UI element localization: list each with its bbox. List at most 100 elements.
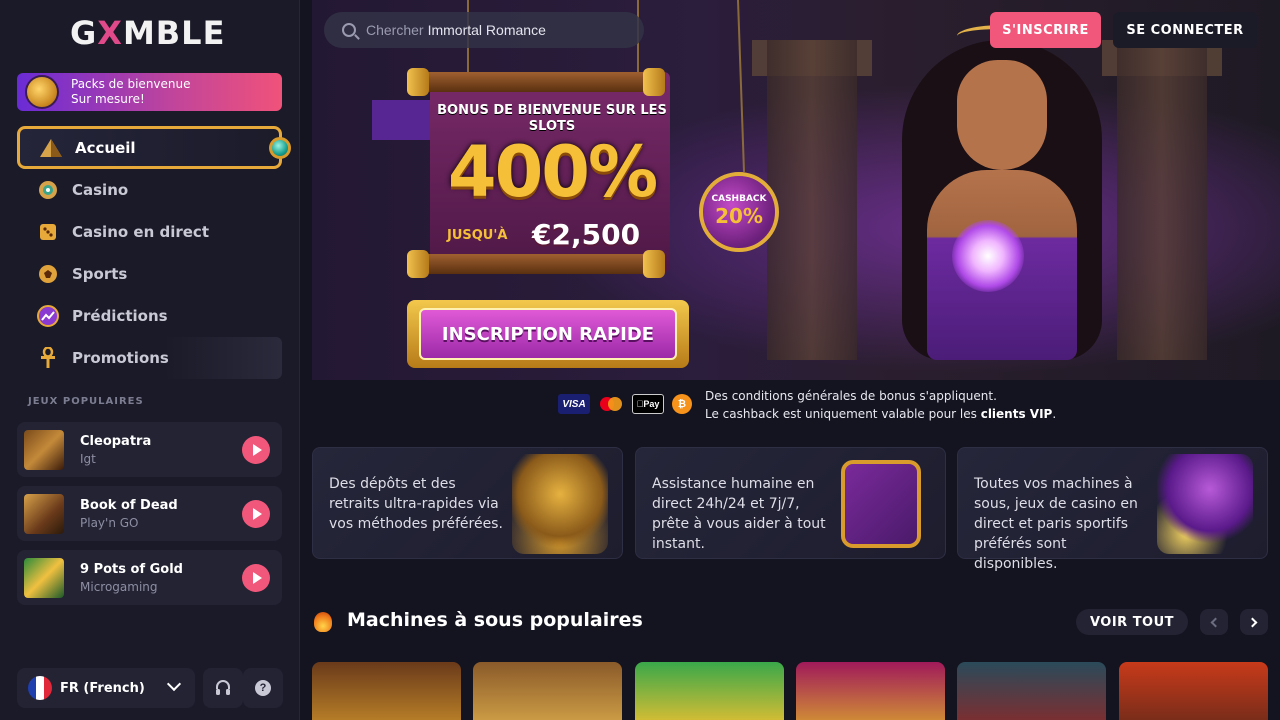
sorceress-illustration xyxy=(902,20,1102,360)
trend-icon xyxy=(37,305,59,327)
pharaoh-icon xyxy=(512,454,608,554)
chevron-right-icon xyxy=(1247,617,1258,627)
nav-label: Casino xyxy=(72,181,129,199)
search-input[interactable]: Chercher Immortal Romance xyxy=(324,12,644,48)
logo[interactable]: GXMBLE xyxy=(70,14,230,52)
bonus-terms: Des conditions générales de bonus s'appl… xyxy=(705,387,1056,423)
language-label: FR (French) xyxy=(60,680,145,696)
game-name: Cleopatra xyxy=(80,433,152,449)
carousel-prev-button[interactable] xyxy=(1200,609,1228,635)
play-button[interactable] xyxy=(242,564,270,592)
french-flag-icon xyxy=(28,676,52,700)
sorceress-face xyxy=(957,60,1047,170)
pillar-decor xyxy=(1117,40,1207,360)
game-provider: Microgaming xyxy=(80,579,158,594)
welcome-packs-banner[interactable]: Packs de bienvenue Sur mesure! xyxy=(17,73,282,111)
game-name: Book of Dead xyxy=(80,497,178,513)
nav-label: Casino en direct xyxy=(72,223,209,241)
nav-item-casino[interactable]: Casino xyxy=(17,169,282,211)
quick-signup-button[interactable]: INSCRIPTION RAPIDE xyxy=(407,300,689,368)
nav-item-live-casino[interactable]: Casino en direct xyxy=(17,211,282,253)
game-tile[interactable] xyxy=(1119,662,1268,720)
scroll-rod xyxy=(407,250,665,278)
nav-item-home[interactable]: Accueil xyxy=(17,126,291,169)
logo-x: X xyxy=(97,14,123,52)
game-thumbnail xyxy=(24,429,64,470)
login-button[interactable]: SE CONNECTER xyxy=(1113,12,1257,48)
cashback-value: 20% xyxy=(715,204,763,228)
nav-item-sports[interactable]: Sports xyxy=(17,253,282,295)
feature-card-games: Toutes vos machines à sous, jeux de casi… xyxy=(957,447,1268,572)
game-tile[interactable] xyxy=(796,662,945,720)
carousel-next-button[interactable] xyxy=(1240,609,1268,635)
cashback-badge: CASHBACK 20% xyxy=(699,172,779,252)
promo-line2: Sur mesure! xyxy=(71,92,145,106)
book-icon xyxy=(841,460,921,548)
promo-text: Packs de bienvenue Sur mesure! xyxy=(71,77,191,107)
scarab-badge-icon xyxy=(25,75,59,109)
nav-label: Sports xyxy=(72,265,128,283)
headset-icon xyxy=(216,680,230,695)
popular-game-item[interactable]: 9 Pots of Gold Microgaming xyxy=(17,550,282,605)
feature-text: Toutes vos machines à sous, jeux de casi… xyxy=(974,476,1138,572)
feature-card-support: Assistance humaine en direct 24h/24 et 7… xyxy=(635,447,946,559)
promo-line1: Packs de bienvenue xyxy=(71,77,191,91)
hero-percentage: 400% xyxy=(447,131,658,213)
popular-game-item[interactable]: Book of Dead Play'n GO xyxy=(17,486,282,541)
game-thumbnail xyxy=(24,557,64,598)
main-content: BONUS DE BIENVENUE SUR LES SLOTS 400% JU… xyxy=(300,0,1280,720)
popular-game-item[interactable]: Cleopatra Igt xyxy=(17,422,282,477)
game-provider: Igt xyxy=(80,451,96,466)
app-root: GXMBLE Packs de bienvenue Sur mesure! Ac… xyxy=(0,0,1280,720)
nav-item-predictions[interactable]: Prédictions xyxy=(17,295,282,337)
cashback-label: CASHBACK xyxy=(711,194,767,204)
pillar-decor xyxy=(767,40,857,360)
popular-games-heading: JEUX POPULAIRES xyxy=(28,396,144,407)
play-button[interactable] xyxy=(242,500,270,528)
hero-banner[interactable]: BONUS DE BIENVENUE SUR LES SLOTS 400% JU… xyxy=(312,0,1280,380)
search-value: Immortal Romance xyxy=(427,22,546,38)
play-button[interactable] xyxy=(242,436,270,464)
terms-text: Le cashback est uniquement valable pour … xyxy=(705,407,981,421)
hero-upto: JUSQU'À xyxy=(447,228,508,243)
nav-item-promotions[interactable]: Promotions xyxy=(17,337,282,379)
payment-methods: VISA Pay ₿ xyxy=(558,394,700,414)
scroll-rod xyxy=(407,68,665,96)
game-provider: Play'n GO xyxy=(80,515,139,530)
game-tile[interactable] xyxy=(312,662,461,720)
see-all-button[interactable]: VOIR TOUT xyxy=(1076,609,1188,635)
feature-text: Des dépôts et des retraits ultra-rapides… xyxy=(329,476,503,532)
cta-label: INSCRIPTION RAPIDE xyxy=(419,308,677,360)
help-button[interactable]: ? xyxy=(243,668,283,708)
popular-games-list: Cleopatra Igt Book of Dead Play'n GO 9 P… xyxy=(17,422,282,614)
search-icon xyxy=(342,23,356,37)
logo-part: MBLE xyxy=(122,14,226,52)
game-info: Cleopatra Igt xyxy=(80,434,151,466)
game-info: 9 Pots of Gold Microgaming xyxy=(80,562,183,594)
nav-label: Accueil xyxy=(75,138,136,157)
dice-icon xyxy=(37,221,59,243)
feature-text: Assistance humaine en direct 24h/24 et 7… xyxy=(652,476,826,552)
logo-part: G xyxy=(70,14,98,52)
ball-icon xyxy=(37,263,59,285)
fire-icon xyxy=(314,612,332,632)
register-button[interactable]: S'INSCRIRE xyxy=(990,12,1101,48)
main-nav: Accueil Casino Casino en direct Sports P… xyxy=(17,126,291,379)
mastercard-icon xyxy=(598,394,624,414)
game-name: 9 Pots of Gold xyxy=(80,561,183,577)
bitcoin-icon: ₿ xyxy=(672,394,692,414)
language-selector[interactable]: FR (French) xyxy=(17,668,195,708)
support-button[interactable] xyxy=(203,668,243,708)
game-tile[interactable] xyxy=(635,662,784,720)
apple-pay-icon: Pay xyxy=(632,394,664,414)
section-title: Machines à sous populaires xyxy=(347,609,643,631)
vip-clients-link[interactable]: clients VIP xyxy=(981,407,1053,421)
nav-label: Prédictions xyxy=(72,307,168,325)
apple-pay-label: Pay xyxy=(639,399,659,409)
magic-orb xyxy=(952,220,1024,292)
game-tile[interactable] xyxy=(473,662,622,720)
terms-text: . xyxy=(1052,407,1057,421)
game-tile[interactable] xyxy=(957,662,1106,720)
cat-icon xyxy=(1157,454,1253,554)
hero-amount: €2,500 xyxy=(532,218,641,251)
